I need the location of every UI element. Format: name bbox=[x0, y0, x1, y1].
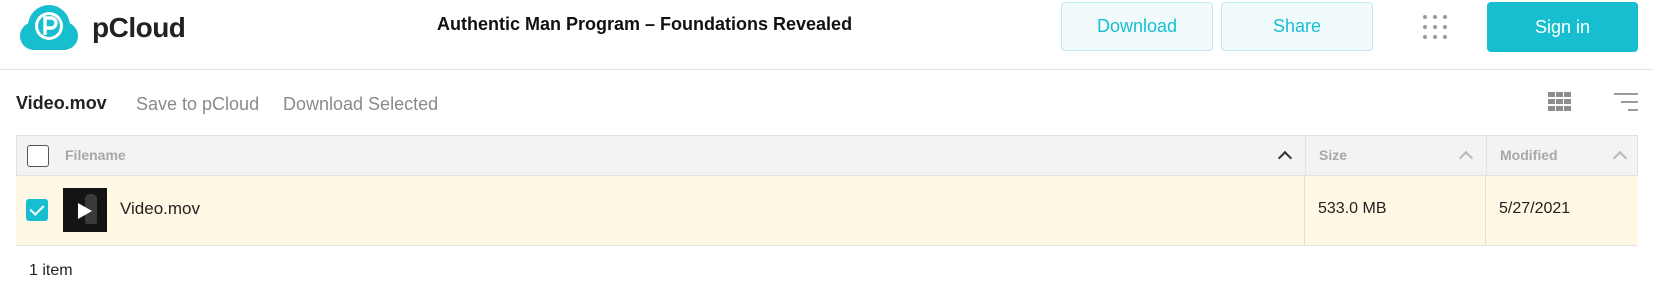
chevron-up-icon[interactable] bbox=[1458, 150, 1474, 166]
table-header: Filename Size Modified bbox=[16, 135, 1638, 176]
column-header-size[interactable]: Size bbox=[1319, 147, 1347, 163]
chevron-up-icon[interactable] bbox=[1612, 150, 1628, 166]
share-button[interactable]: Share bbox=[1221, 2, 1373, 51]
item-count: 1 item bbox=[29, 262, 73, 279]
sort-icon[interactable] bbox=[1614, 93, 1638, 111]
file-table: Filename Size Modified Video.mov 533.0 M… bbox=[16, 135, 1638, 246]
table-row[interactable]: Video.mov 533.0 MB 5/27/2021 bbox=[16, 176, 1638, 246]
pcloud-cloud-icon bbox=[20, 5, 78, 50]
file-size: 533.0 MB bbox=[1318, 200, 1387, 217]
select-all-checkbox[interactable] bbox=[27, 145, 49, 167]
download-button[interactable]: Download bbox=[1061, 2, 1213, 51]
column-divider bbox=[1304, 176, 1305, 245]
column-divider bbox=[1486, 136, 1487, 175]
video-thumbnail[interactable] bbox=[63, 188, 107, 232]
row-checkbox[interactable] bbox=[26, 199, 48, 221]
column-divider bbox=[1485, 176, 1486, 245]
column-header-modified[interactable]: Modified bbox=[1500, 147, 1558, 163]
pcloud-logo[interactable]: pCloud bbox=[16, 4, 186, 52]
column-divider bbox=[1305, 136, 1306, 175]
download-selected-button[interactable]: Download Selected bbox=[283, 94, 438, 115]
folder-title: Video.mov bbox=[16, 93, 107, 113]
column-header-filename[interactable]: Filename bbox=[65, 147, 126, 163]
chevron-up-icon[interactable] bbox=[1277, 150, 1293, 166]
save-to-pcloud-button[interactable]: Save to pCloud bbox=[136, 94, 259, 115]
apps-grid-icon[interactable] bbox=[1422, 14, 1448, 40]
page-title: Authentic Man Program – Foundations Reve… bbox=[437, 14, 853, 34]
file-name[interactable]: Video.mov bbox=[120, 199, 200, 219]
top-header: pCloud Authentic Man Program – Foundatio… bbox=[0, 0, 1653, 70]
grid-view-icon[interactable] bbox=[1548, 92, 1571, 111]
sign-in-button[interactable]: Sign in bbox=[1487, 2, 1638, 52]
file-modified: 5/27/2021 bbox=[1499, 200, 1571, 217]
play-icon bbox=[78, 203, 92, 219]
logo-text: pCloud bbox=[92, 12, 186, 43]
